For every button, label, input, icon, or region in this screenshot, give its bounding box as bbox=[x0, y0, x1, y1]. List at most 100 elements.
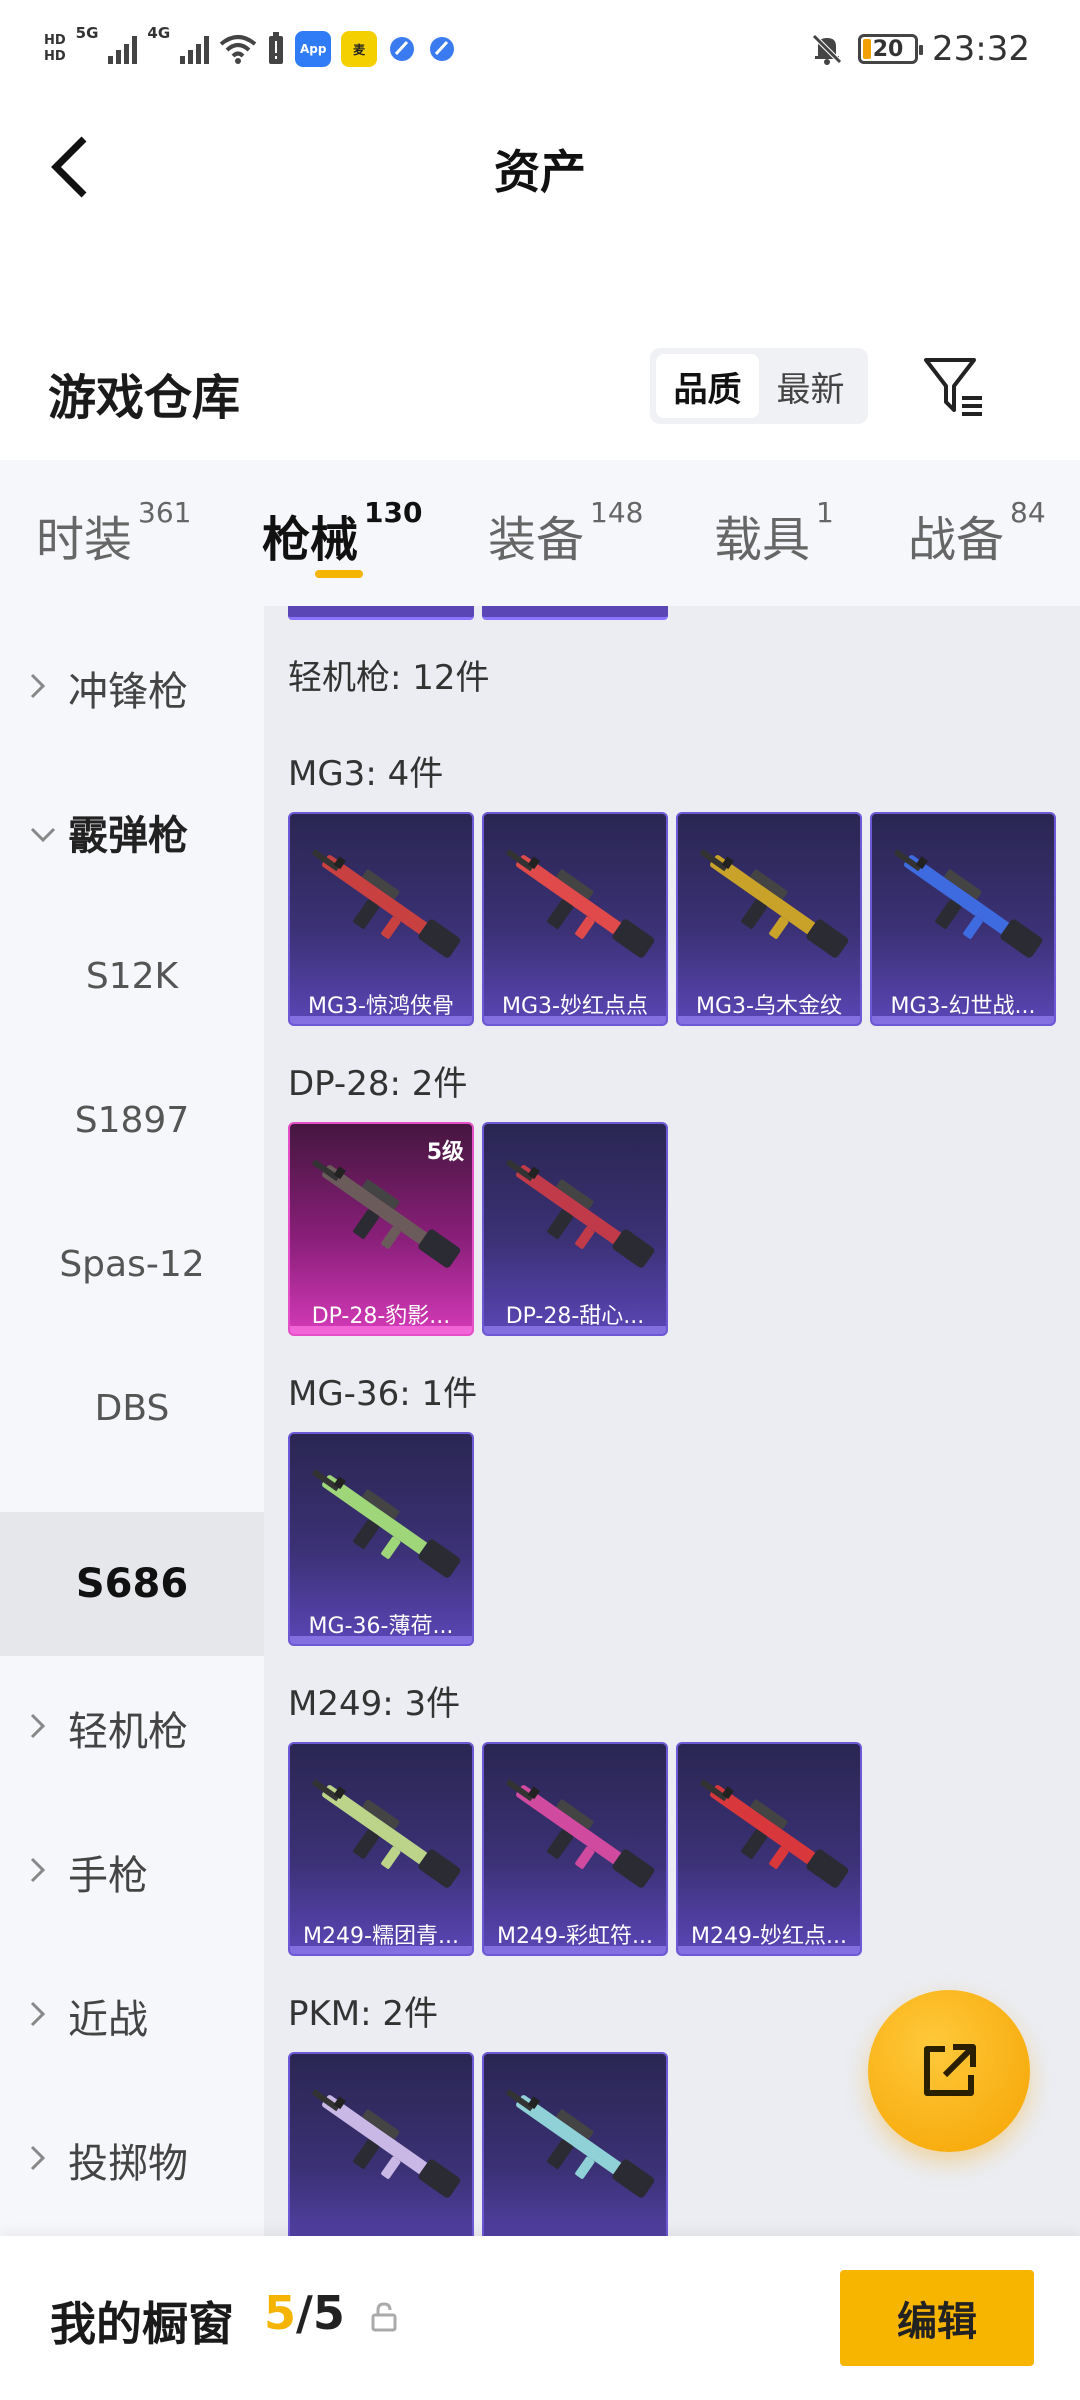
weapon-skin-image bbox=[311, 849, 461, 958]
weapon-sidebar: 冲锋枪 霰弹枪 S12K S1897 Spas-12 DBS S686 轻机枪 … bbox=[0, 606, 264, 2236]
weapon-skin-image bbox=[505, 1159, 655, 1268]
item-card[interactable]: MG3-妙红点点 bbox=[482, 812, 668, 1026]
level-badge: 5级 bbox=[426, 1140, 464, 1165]
sidebar-item-s12k[interactable]: S12K bbox=[0, 904, 264, 1048]
rarity-glow bbox=[290, 1636, 472, 1644]
page-header: 资产 bbox=[0, 100, 1080, 240]
category-tabs: 时装 361 枪械 130 装备 148 载具 1 战备 84 bbox=[0, 460, 1080, 606]
tab-label: 战备 bbox=[908, 512, 1005, 568]
sort-quality-option[interactable]: 品质 bbox=[656, 354, 759, 418]
hd-label-2: HD bbox=[44, 49, 66, 64]
showcase-label: 我的橱窗 bbox=[50, 2297, 234, 2351]
weapon-skin-image bbox=[311, 1779, 461, 1888]
sidebar-item-label: DBS bbox=[94, 1387, 170, 1429]
rarity-glow bbox=[290, 1946, 472, 1954]
group-title: 轻机枪: 12件 bbox=[288, 658, 490, 698]
page-title: 资产 bbox=[494, 145, 586, 199]
chevron-right-icon bbox=[28, 665, 58, 711]
tab-label: 装备 bbox=[488, 512, 585, 568]
item-card[interactable]: MG3-惊鸿侠骨 bbox=[288, 812, 474, 1026]
item-card[interactable]: 5级 DP-28-豹影... bbox=[288, 1122, 474, 1336]
item-card[interactable]: MG-36-薄荷... bbox=[288, 1432, 474, 1646]
hd-indicator: HD HD bbox=[44, 33, 66, 65]
share-out-icon bbox=[924, 2044, 976, 2096]
rarity-glow bbox=[872, 1016, 1054, 1024]
section-title: M249: 3件 bbox=[288, 1684, 461, 1724]
weapon-skin-image bbox=[311, 1469, 461, 1578]
showcase-bar: 我的橱窗 5/5 编辑 bbox=[0, 2236, 1080, 2400]
tab-count: 130 bbox=[364, 496, 423, 529]
lock-icon bbox=[371, 2302, 397, 2332]
showcase-total: 5 bbox=[312, 2286, 345, 2340]
chevron-down-icon bbox=[28, 809, 58, 855]
sidebar-item-pistol[interactable]: 手枪 bbox=[0, 1800, 264, 1944]
item-card[interactable]: M249-糯团青... bbox=[288, 1742, 474, 1956]
weapon-skin-image bbox=[699, 849, 849, 958]
sidebar-item-label: 霰弹枪 bbox=[68, 813, 188, 859]
battery-alert-icon bbox=[269, 32, 284, 64]
sidebar-item-smg[interactable]: 冲锋枪 bbox=[0, 616, 264, 760]
wifi-icon bbox=[219, 35, 257, 64]
item-name bbox=[484, 2224, 666, 2236]
share-fab-button[interactable] bbox=[868, 1990, 1030, 2152]
sidebar-item-label: S1897 bbox=[74, 1099, 190, 1141]
weapon-skin-image bbox=[505, 849, 655, 958]
tab-label: 载具 bbox=[714, 512, 811, 568]
tab-fashion[interactable]: 时装 361 bbox=[36, 496, 191, 570]
filter-icon bbox=[924, 358, 982, 416]
sidebar-item-shotgun[interactable]: 霰弹枪 bbox=[0, 760, 264, 904]
item-card[interactable]: DP-28-甜心... bbox=[482, 1122, 668, 1336]
status-right: 20 23:32 bbox=[810, 26, 1030, 72]
hd-label-1: HD bbox=[44, 33, 66, 48]
sidebar-item-label: 近战 bbox=[68, 1997, 148, 2043]
sidebar-item-label: 投掷物 bbox=[68, 2141, 188, 2187]
item-name bbox=[290, 2224, 472, 2236]
sidebar-item-lmg[interactable]: 轻机枪 bbox=[0, 1656, 264, 1800]
sidebar-item-label: 冲锋枪 bbox=[68, 669, 188, 715]
item-card-partial bbox=[288, 606, 474, 620]
tab-active-indicator bbox=[315, 570, 363, 578]
sidebar-item-melee[interactable]: 近战 bbox=[0, 1944, 264, 2088]
game-icon: 麦 bbox=[341, 31, 378, 67]
item-card[interactable]: M249-彩虹符... bbox=[482, 1742, 668, 1956]
sidebar-item-throwable[interactable]: 投掷物 bbox=[0, 2088, 264, 2232]
item-card[interactable]: MG3-幻世战... bbox=[870, 812, 1056, 1026]
sidebar-item-label: 手枪 bbox=[68, 1853, 148, 1899]
rarity-glow bbox=[678, 1016, 860, 1024]
item-card[interactable]: MG3-乌木金纹 bbox=[676, 812, 862, 1026]
tab-supplies[interactable]: 战备 84 bbox=[908, 496, 1046, 570]
showcase-count: 5/5 bbox=[264, 2286, 345, 2340]
tab-count: 148 bbox=[590, 496, 644, 529]
item-card[interactable] bbox=[288, 2052, 474, 2236]
mute-bell-icon bbox=[812, 34, 842, 65]
rarity-glow bbox=[290, 1016, 472, 1024]
chevron-right-icon bbox=[28, 1993, 58, 2039]
signal-icon-2 bbox=[180, 34, 210, 64]
item-card[interactable]: M249-妙红点... bbox=[676, 1742, 862, 1956]
tab-count: 84 bbox=[1010, 496, 1046, 529]
sidebar-item-spas12[interactable]: Spas-12 bbox=[0, 1192, 264, 1336]
rarity-glow bbox=[484, 1016, 666, 1024]
clock: 23:32 bbox=[932, 29, 1030, 69]
sidebar-item-label: Spas-12 bbox=[59, 1243, 205, 1285]
network-5g-label: 5G bbox=[75, 24, 99, 42]
sidebar-item-s686[interactable]: S686 bbox=[0, 1512, 264, 1656]
app-store-icon: App bbox=[295, 31, 332, 67]
edit-button[interactable]: 编辑 bbox=[840, 2270, 1034, 2366]
sidebar-item-s1897[interactable]: S1897 bbox=[0, 1048, 264, 1192]
tab-vehicles[interactable]: 载具 1 bbox=[714, 496, 834, 570]
battery-icon: 20 bbox=[858, 34, 924, 64]
sidebar-item-label: S686 bbox=[75, 1561, 189, 1607]
network-4g-label: 4G bbox=[147, 24, 171, 42]
section-title: PKM: 2件 bbox=[288, 1994, 439, 2034]
tab-guns[interactable]: 枪械 130 bbox=[262, 496, 422, 570]
chevron-right-icon bbox=[28, 1705, 58, 1751]
item-card[interactable] bbox=[482, 2052, 668, 2236]
sort-newest-option[interactable]: 最新 bbox=[759, 354, 862, 418]
chevron-right-icon bbox=[28, 2137, 58, 2183]
sidebar-item-dbs[interactable]: DBS bbox=[0, 1336, 264, 1480]
filter-button[interactable] bbox=[920, 352, 990, 422]
tab-equipment[interactable]: 装备 148 bbox=[488, 496, 643, 570]
showcase-separator: / bbox=[296, 2286, 313, 2340]
rarity-glow bbox=[678, 1946, 860, 1954]
